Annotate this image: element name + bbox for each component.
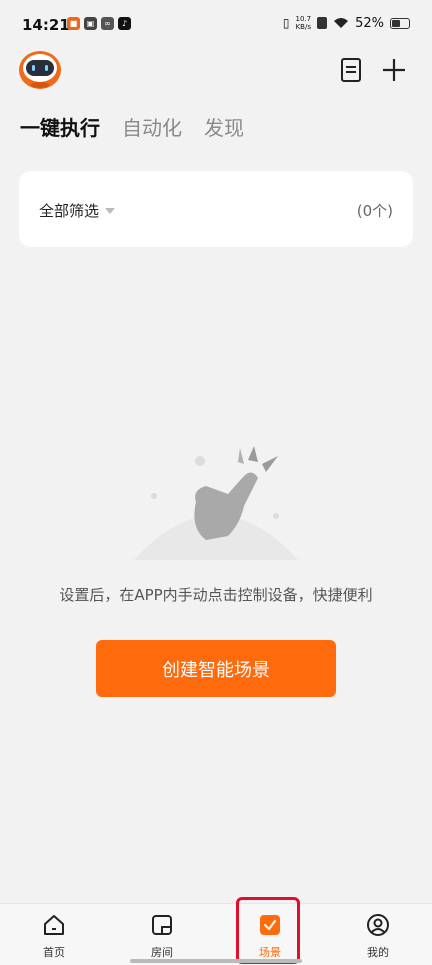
nav-label-room: 房间 [151,946,173,959]
battery-icon [390,17,410,29]
nav-item-profile[interactable]: 我的 [324,904,432,965]
nav-label-profile: 我的 [367,946,389,959]
scene-tabs: 一键执行 自动化 发现 [20,112,244,141]
filter-label: 全部筛选 [39,202,100,220]
tab-discover[interactable]: 发现 [204,112,244,141]
caret-down-icon [105,207,116,214]
nav-item-home[interactable]: 首页 [0,904,108,965]
battery-fill [392,19,400,27]
network-speed: 10.7 KB/s [295,15,312,31]
status-bar: 14:21 ■ ▣ ∞ ♪ ▯ 10.7 KB/s 52% [0,0,432,50]
robot-avatar-icon[interactable] [18,50,62,90]
highlight-annotation [236,897,300,964]
tab-one-click[interactable]: 一键执行 [20,112,100,141]
add-icon[interactable] [381,57,407,83]
wifi-icon [334,18,349,28]
nav-label-home: 首页 [43,946,65,959]
sim-off-icon [317,17,328,29]
scene-count: (0个) [356,202,393,220]
app-notification-icon: ■ [67,17,80,30]
link-notification-icon: ∞ [101,17,114,30]
home-icon [44,915,64,935]
nav-item-room[interactable]: 房间 [108,904,216,965]
vibrate-icon: ▯ [282,16,290,30]
tiktok-notification-icon: ♪ [118,17,131,30]
tab-automation[interactable]: 自动化 [122,112,182,141]
status-right: ▯ 10.7 KB/s 52% [283,15,410,31]
create-scene-button[interactable]: 创建智能场景 [96,640,336,697]
filter-card: 全部筛选 (0个) [19,171,413,247]
tap-hand-illustration-icon [134,446,298,560]
calendar-notification-icon: ▣ [84,17,97,30]
profile-icon [367,914,389,936]
empty-state-hint: 设置后，在APP内手动点击控制设备，快捷便利 [59,586,373,604]
room-icon [152,915,172,935]
home-indicator [130,959,302,963]
filter-dropdown[interactable]: 全部筛选 [39,200,116,221]
status-time: 14:21 [22,16,70,34]
bottom-nav: 首页 房间 场景 我的 [0,903,432,965]
battery-percent: 52% [355,15,384,31]
notification-icons: ■ ▣ ∞ ♪ [67,17,131,30]
log-icon[interactable] [338,57,364,83]
